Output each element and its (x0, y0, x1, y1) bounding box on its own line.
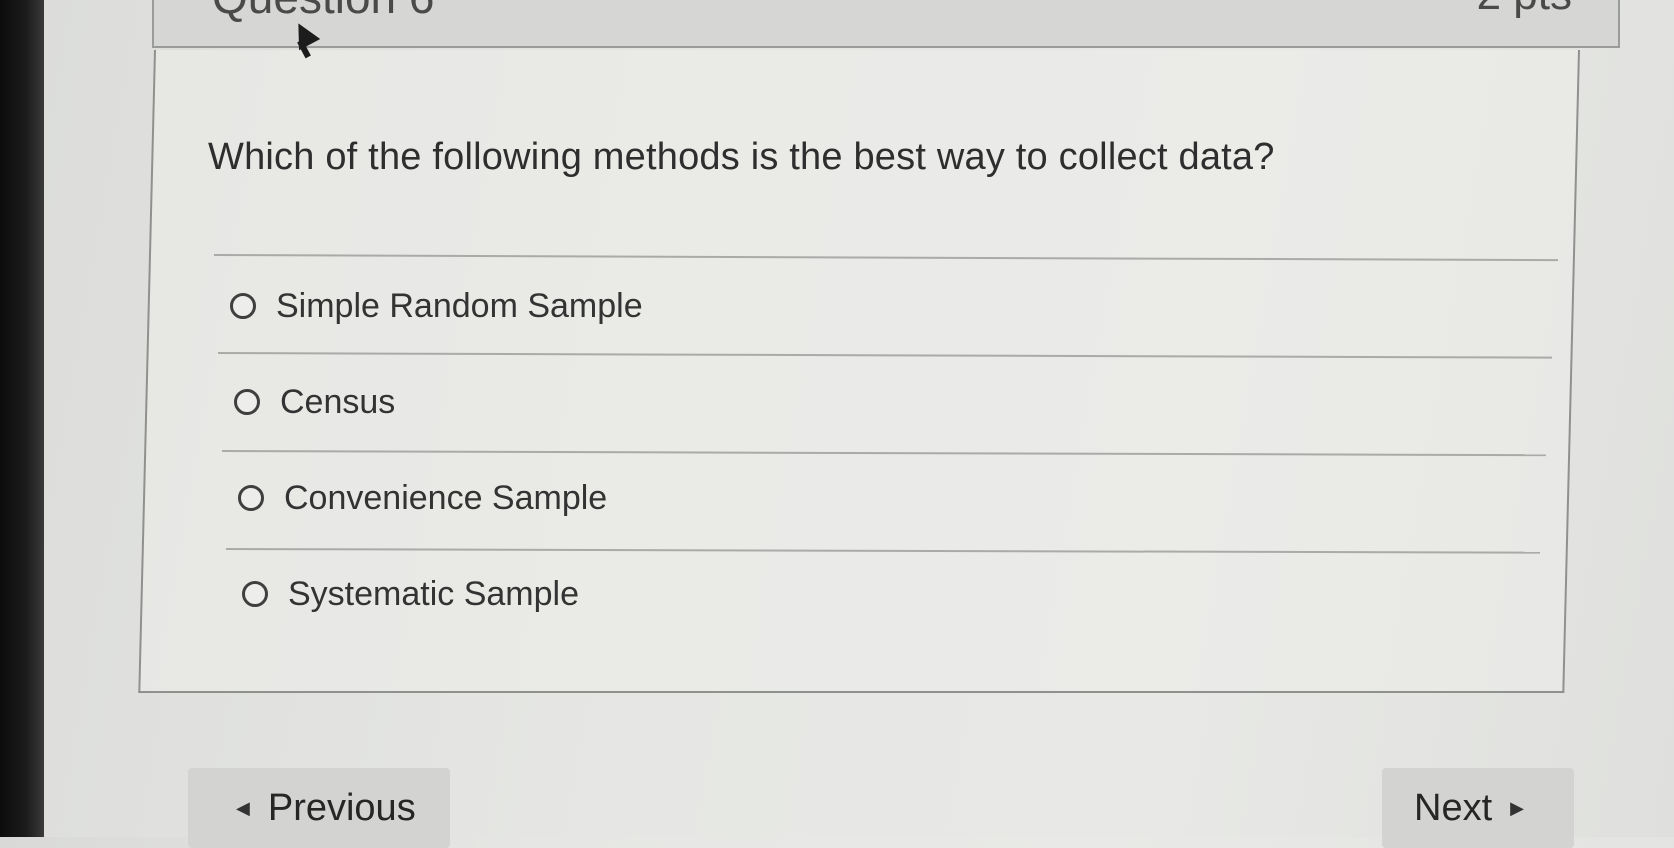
next-button[interactable]: Next ▶ (1382, 768, 1574, 848)
answer-option-simple-random-sample[interactable]: Simple Random Sample (230, 276, 643, 336)
answer-option-census[interactable]: Census (234, 372, 395, 432)
answer-label[interactable]: Census (280, 383, 395, 422)
radio-button[interactable] (230, 293, 256, 319)
radio-button[interactable] (234, 389, 260, 415)
next-label[interactable]: Next (1414, 787, 1492, 830)
previous-label[interactable]: Previous (268, 787, 416, 830)
answer-label[interactable]: Convenience Sample (284, 479, 607, 518)
question-points: 2 pts (1477, 0, 1572, 20)
question-header: Question 6 2 pts (152, 0, 1620, 48)
screen-bezel (0, 0, 44, 837)
previous-button[interactable]: ◀ Previous (188, 768, 450, 848)
question-text: Which of the following methods is the be… (208, 136, 1275, 178)
triangle-right-icon: ▶ (1510, 797, 1524, 818)
triangle-left-icon: ◀ (236, 797, 250, 818)
answer-label[interactable]: Systematic Sample (288, 575, 579, 614)
answer-option-convenience-sample[interactable]: Convenience Sample (238, 468, 607, 528)
answer-label[interactable]: Simple Random Sample (276, 287, 643, 326)
question-title: Question 6 (212, 0, 434, 24)
radio-button[interactable] (238, 485, 264, 511)
answer-option-systematic-sample[interactable]: Systematic Sample (242, 564, 579, 624)
radio-button[interactable] (242, 581, 268, 607)
